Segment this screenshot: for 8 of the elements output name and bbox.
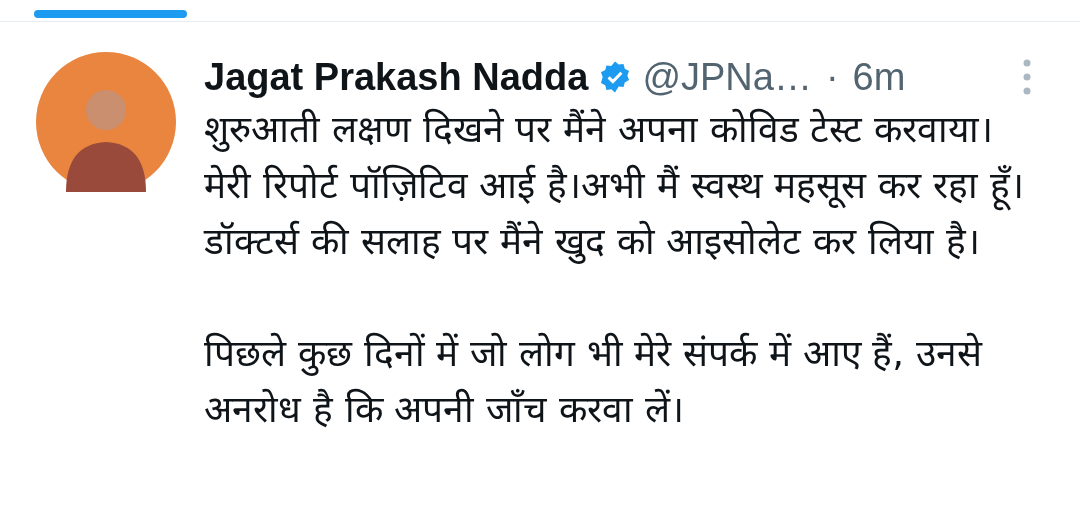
separator-dot: ·	[825, 55, 839, 99]
more-options-icon[interactable]	[1022, 57, 1032, 97]
author-name[interactable]: Jagat Prakash Nadda	[204, 55, 589, 99]
tweet-text: पिछले कुछ दिनों में जो लोग भी मेरे संपर्क में आए हैं, उनसे अनरोध है कि अपनी जाँच करवा लें।	[204, 331, 984, 433]
tweet-time[interactable]: 6m	[852, 55, 906, 99]
tweet-text: शुरुआती लक्षण दिखने पर मैंने अपना कोविड टेस्ट करवाया।मेरी रिपोर्ट पॉज़िटिव आई है।अभी मैं स्वस्थ महसूस कर रहा हूँ। डॉक्टर्स की सलाह पर मैंने खुद को आइसोलेट कर लिया है।	[204, 107, 1025, 266]
avatar-icon	[36, 52, 176, 192]
author-handle[interactable]: @JPNa…	[642, 55, 812, 99]
